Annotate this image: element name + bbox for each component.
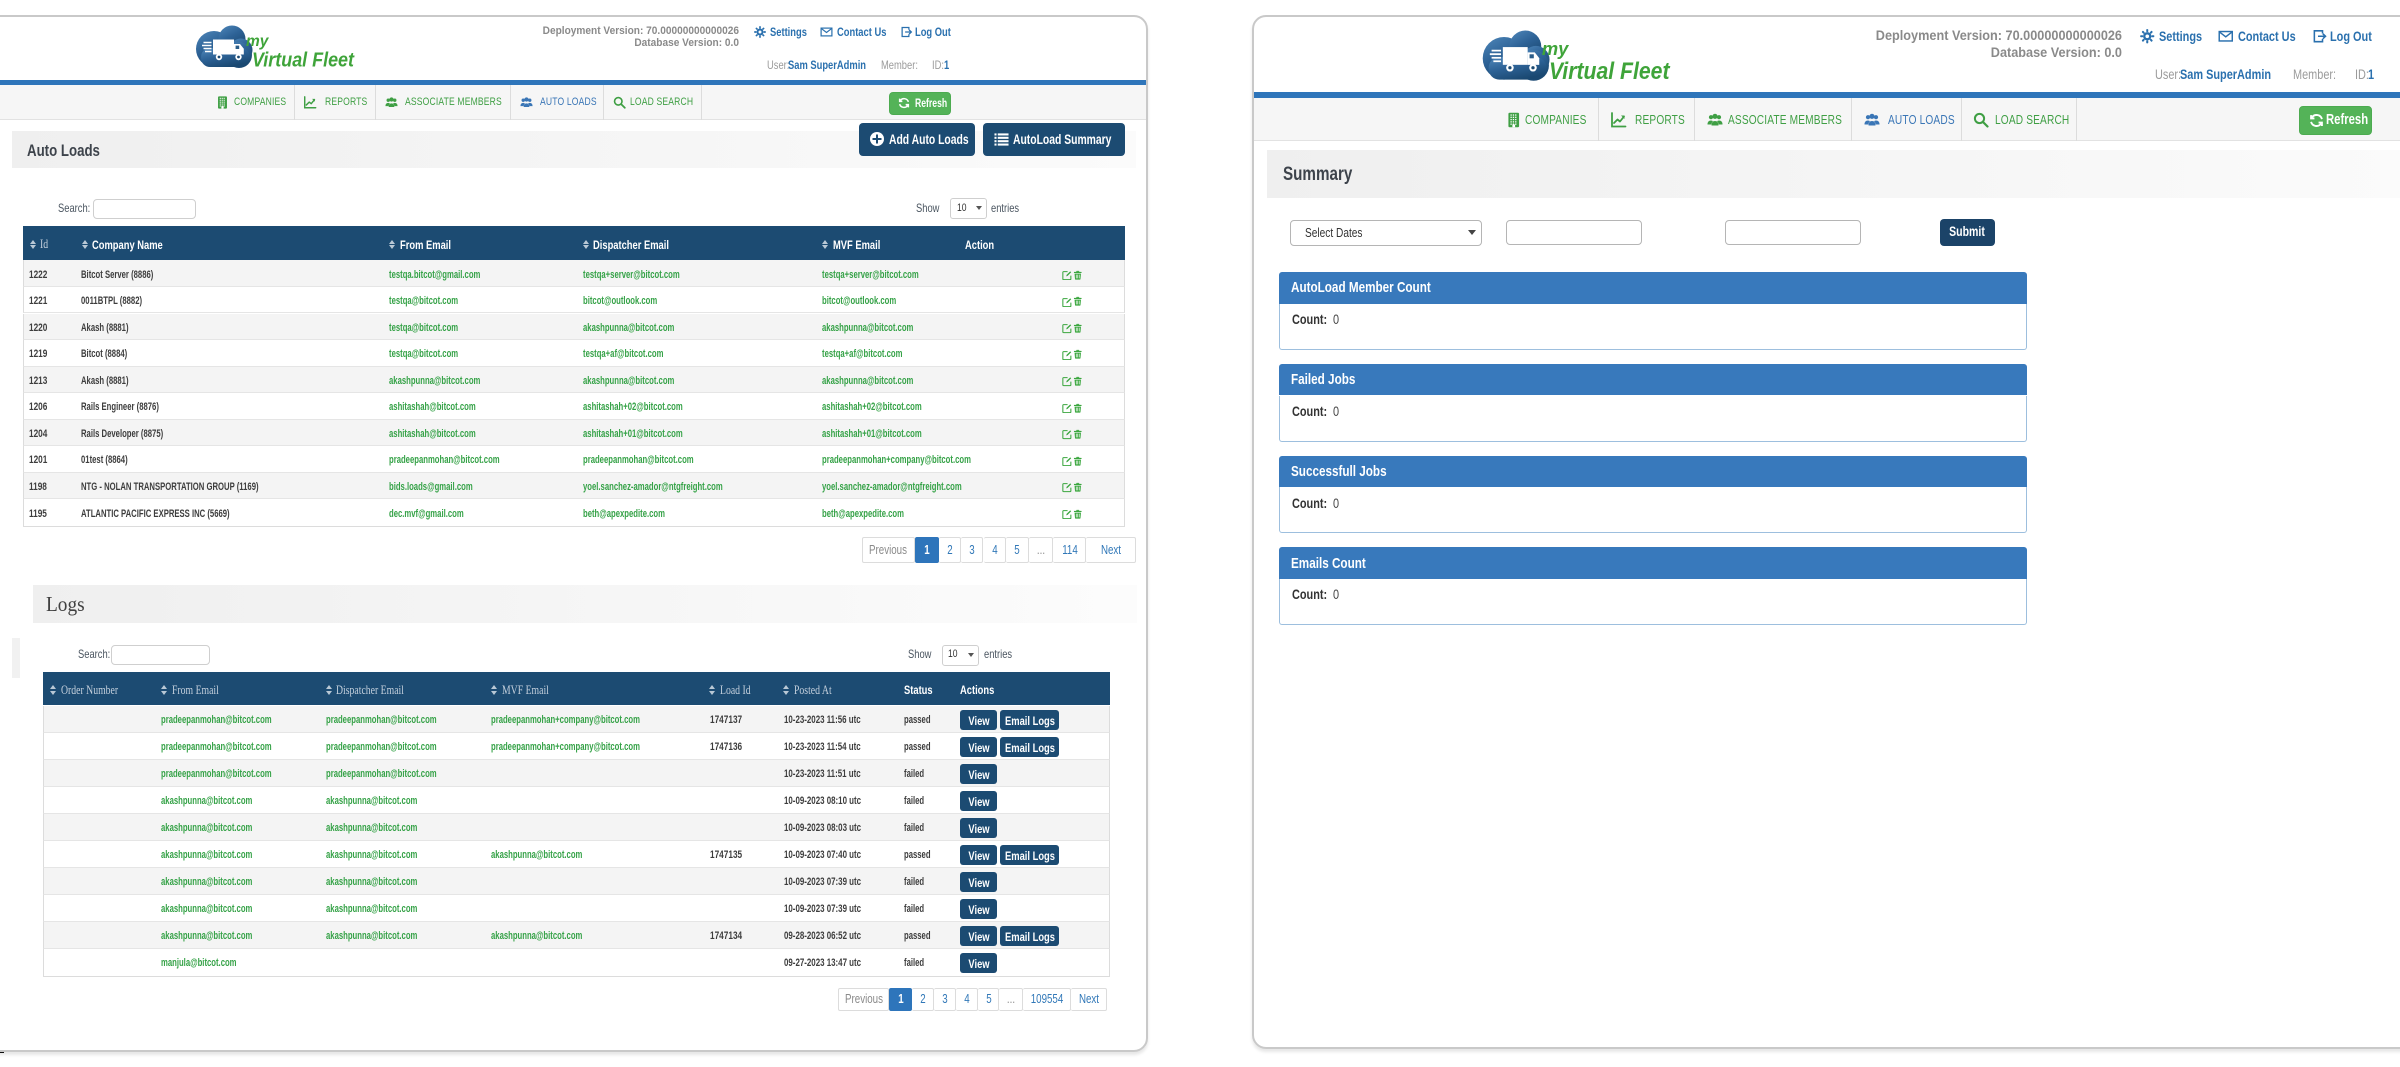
svg-text:Virtual Fleet: Virtual Fleet xyxy=(1549,59,1671,85)
svg-text:Virtual Fleet: Virtual Fleet xyxy=(252,50,355,72)
